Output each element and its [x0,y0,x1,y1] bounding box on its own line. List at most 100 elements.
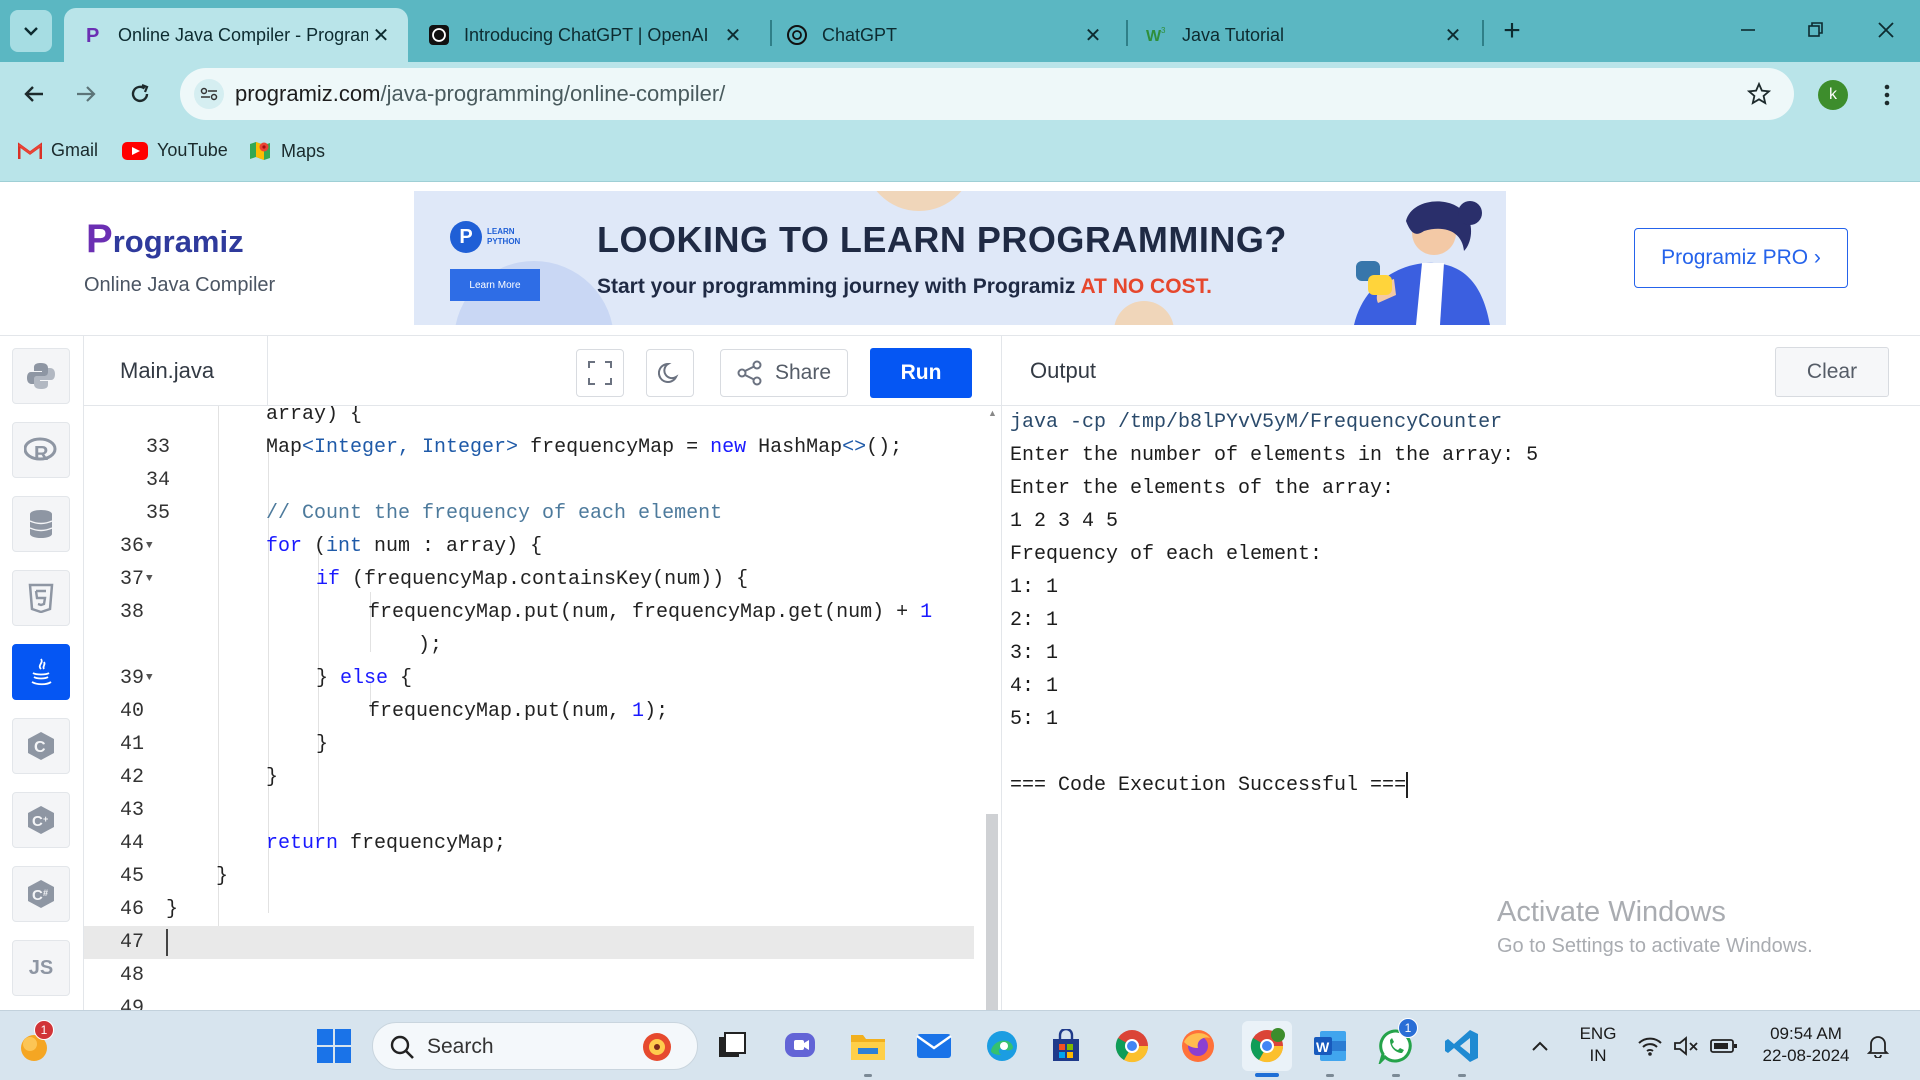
chrome-icon [1250,1028,1285,1063]
close-tab-icon[interactable]: ✕ [368,22,394,48]
firefox-app[interactable] [1176,1024,1220,1068]
editor-scrollbar[interactable]: ▲ [986,406,998,1010]
gmail-icon [18,141,42,160]
close-window-button[interactable] [1862,8,1910,52]
active-code-line: 47 [84,926,974,959]
bookmark-star-icon[interactable] [1744,79,1774,109]
vscode-app[interactable] [1440,1024,1484,1077]
active-app-indicator [1255,1073,1279,1077]
clock[interactable]: 09:54 AM 22-08-2024 [1756,1023,1856,1067]
java-icon[interactable] [12,644,70,700]
site-info-icon[interactable] [194,79,224,109]
microsoft-store-app[interactable] [1044,1024,1088,1068]
youtube-icon [122,141,148,160]
folder-icon [851,1035,885,1060]
tab-title: Java Tutorial [1182,24,1285,45]
share-button[interactable]: Share [720,349,848,397]
javascript-icon[interactable]: JS [12,940,70,996]
fold-arrow-icon: ▼ [146,672,153,684]
arrow-left-icon [24,86,43,102]
csharp-icon[interactable]: C # [12,866,70,922]
sql-icon[interactable] [12,496,70,552]
code-line: 34 [145,469,170,492]
c-icon[interactable]: C [12,718,70,774]
task-view-icon [719,1032,746,1057]
bookmark-youtube[interactable]: YouTube [122,140,228,161]
search-icon [389,1034,415,1065]
bookmark-label: Gmail [51,140,99,160]
show-hidden-icons-button[interactable] [1518,1024,1562,1068]
scroll-up-icon[interactable]: ▲ [988,408,997,418]
word-app[interactable]: W [1308,1024,1352,1077]
notification-badge: 1 [1398,1018,1418,1038]
reload-button[interactable] [120,74,160,114]
text-cursor [1406,771,1409,798]
start-button[interactable] [312,1024,356,1068]
volume-status[interactable] [1668,1024,1704,1068]
edge-icon [987,1031,1017,1061]
html5-icon[interactable] [12,570,70,626]
code-editor[interactable]: array) { 33 Map<Integer, Integer> freque… [84,406,1001,1010]
battery-status[interactable] [1704,1024,1744,1068]
wifi-status[interactable] [1632,1024,1668,1068]
bookmark-maps[interactable]: Maps [248,140,325,162]
tab-java-tutorial[interactable]: W3 Java Tutorial ✕ [1128,8,1480,62]
restore-button[interactable] [1792,8,1840,52]
input-language-indicator[interactable]: ENG IN [1572,1023,1624,1067]
tab-title: Online Java Compiler - Program [118,24,368,45]
promo-banner[interactable]: P LEARN PYTHON Learn More LOOKING TO LEAR… [414,191,1506,325]
chrome-profile-app[interactable] [1242,1021,1292,1077]
output-success-line: === Code Execution Successful === [1010,769,1409,802]
close-tab-icon[interactable]: ✕ [720,22,746,48]
profile-avatar[interactable]: k [1818,80,1848,110]
banner-decoration [864,191,974,211]
close-tab-icon[interactable]: ✕ [1440,22,1466,48]
close-tab-icon[interactable]: ✕ [1080,22,1106,48]
chevron-up-icon [1532,1041,1548,1051]
bookmark-gmail[interactable]: Gmail [18,140,98,161]
forward-button[interactable] [66,74,106,114]
file-explorer-app[interactable] [846,1024,890,1077]
file-tab-main-java[interactable]: Main.java [84,336,268,406]
run-button[interactable]: Run [870,348,972,398]
search-highlight-icon [643,1033,671,1061]
task-view-button[interactable] [710,1024,754,1068]
bell-icon [1867,1036,1889,1058]
taskbar-search-box[interactable]: Search [372,1022,698,1070]
code-line: 44 return frequencyMap; [119,832,507,855]
back-button[interactable] [14,74,54,114]
tab-chatgpt[interactable]: ChatGPT ✕ [768,8,1120,62]
browser-menu-icon[interactable] [1872,78,1902,112]
tab-online-java-compiler[interactable]: P Online Java Compiler - Program ✕ [64,8,408,62]
r-icon[interactable]: R [12,422,70,478]
code-line: ); [418,634,443,657]
notifications-button[interactable] [1858,1024,1898,1068]
programiz-pro-button[interactable]: Programiz PRO › [1634,228,1848,288]
chrome-app[interactable] [1110,1024,1154,1068]
tab-introducing-chatgpt[interactable]: Introducing ChatGPT | OpenAI ✕ [410,8,760,62]
clear-button[interactable]: Clear [1775,347,1889,397]
dark-mode-button[interactable] [646,349,694,397]
cpp-icon[interactable]: C + [12,792,70,848]
edge-browser-app[interactable] [980,1024,1024,1068]
weather-widget[interactable]: 1 [12,1020,56,1068]
mail-app[interactable] [912,1024,956,1068]
address-bar[interactable]: programiz.com/java-programming/online-co… [180,68,1794,120]
python-icon[interactable] [12,348,70,404]
running-indicator [1392,1074,1400,1077]
scrollbar-thumb[interactable] [986,814,998,1010]
learn-more-button[interactable]: Learn More [450,269,540,301]
tab-separator [1482,20,1484,46]
minimize-button[interactable] [1724,8,1772,52]
svg-text:#: # [43,888,48,898]
programiz-logo[interactable]: Programiz [86,217,244,262]
whatsapp-app[interactable]: 1 [1374,1018,1418,1077]
output-command: java -cp /tmp/b8lPYvV5yM/FrequencyCounte… [1010,411,1503,434]
teams-chat-app[interactable] [778,1024,822,1068]
new-tab-button[interactable]: + [1495,14,1529,48]
code-line: 41 } [119,733,329,756]
fullscreen-button[interactable] [576,349,624,397]
code-line: 48 [119,964,144,987]
reload-icon [131,83,149,103]
tab-search-button[interactable] [10,10,52,52]
